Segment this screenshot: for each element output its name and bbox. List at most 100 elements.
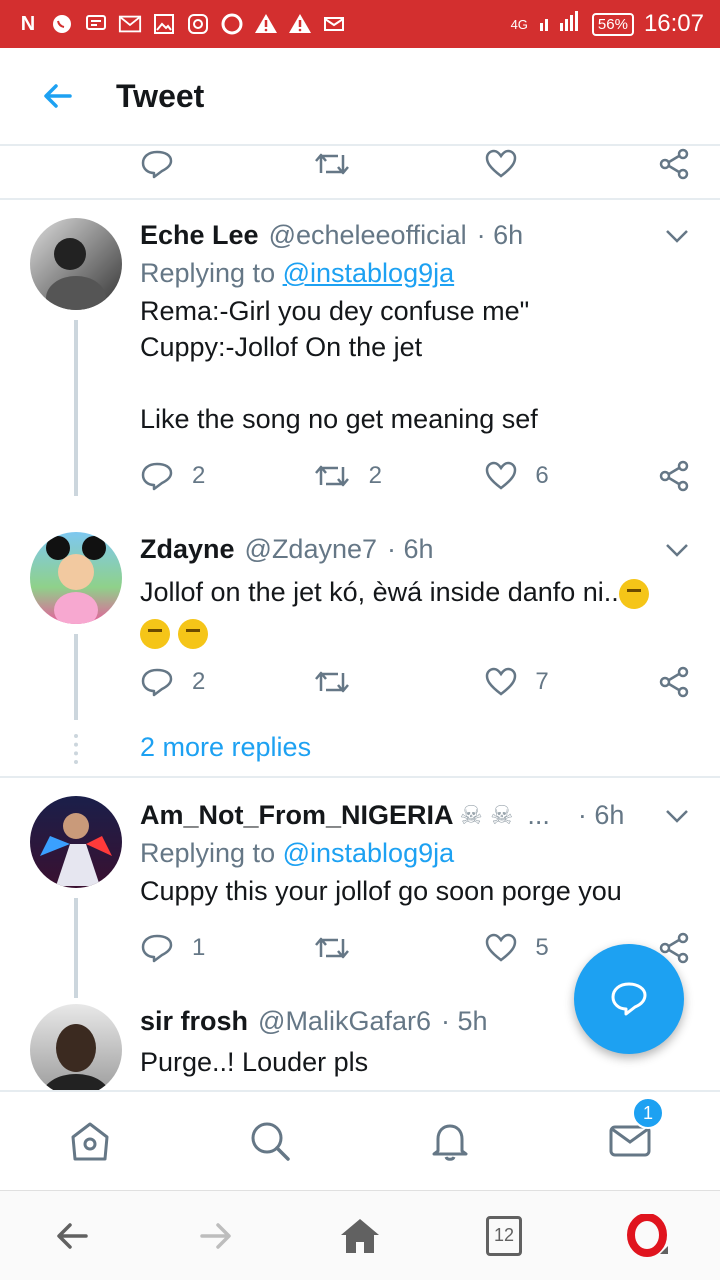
author-name[interactable]: Zdayne xyxy=(140,534,235,565)
tab-count: 12 xyxy=(493,1225,515,1245)
opera-logo-icon xyxy=(627,1213,668,1257)
nav-search[interactable] xyxy=(240,1111,300,1171)
like-button[interactable]: 6 xyxy=(485,460,658,492)
tweet-text: Cuppy this your jollof go soon porge you xyxy=(140,876,622,906)
like-count: 5 xyxy=(535,934,549,961)
retweet-button[interactable] xyxy=(313,932,486,964)
more-replies-link[interactable]: 2 more replies xyxy=(140,732,311,763)
back-button[interactable] xyxy=(0,78,116,114)
like-count: 7 xyxy=(535,668,549,695)
avatar[interactable] xyxy=(30,1004,122,1090)
reply-button[interactable]: 1 xyxy=(140,932,313,964)
replying-to: Replying to @instablog9ja xyxy=(140,258,690,289)
chevron-down-icon[interactable] xyxy=(664,800,690,831)
browser-forward-button[interactable] xyxy=(186,1206,246,1266)
browser-home-button[interactable] xyxy=(330,1206,390,1266)
divider xyxy=(0,776,720,778)
reply-button[interactable] xyxy=(140,148,313,180)
share-icon xyxy=(659,460,689,492)
reply-bubble-icon xyxy=(611,982,647,1016)
author-handle: @Zdayne7 xyxy=(244,533,378,564)
share-icon xyxy=(659,148,689,180)
like-button[interactable]: 7 xyxy=(485,666,658,698)
like-count: 6 xyxy=(535,462,549,489)
retweet-icon xyxy=(314,671,349,693)
tweet-actions: 2 7 xyxy=(140,666,690,698)
heart-icon xyxy=(486,461,517,490)
bottom-nav: 1 xyxy=(0,1090,720,1190)
author-name[interactable]: Eche Lee xyxy=(140,220,259,251)
tweet-time: · 6h xyxy=(476,219,524,250)
retweet-button[interactable]: 2 xyxy=(313,460,486,492)
tweet-emoji-line xyxy=(140,614,690,650)
like-button[interactable] xyxy=(485,148,658,180)
reply-icon xyxy=(141,150,173,179)
author-handle: @MalikGafar6 xyxy=(258,1005,431,1036)
thread-line xyxy=(74,898,78,998)
browser-bar: 12 xyxy=(0,1190,720,1280)
chevron-down-icon[interactable] xyxy=(664,534,690,565)
retweet-icon xyxy=(314,465,349,487)
opera-menu-button[interactable] xyxy=(618,1206,678,1266)
avatar[interactable] xyxy=(30,796,122,888)
thinking-face-emoji xyxy=(140,618,170,649)
nav-messages[interactable]: 1 xyxy=(600,1097,664,1171)
battery-level: 56% xyxy=(591,12,634,36)
messages-badge: 1 xyxy=(632,1097,664,1129)
tweet-actions: 2 2 6 xyxy=(140,460,690,492)
retweet-icon xyxy=(314,153,349,175)
retweet-button[interactable] xyxy=(313,148,486,180)
replying-label: Replying to xyxy=(140,838,283,868)
nav-notifications[interactable] xyxy=(420,1111,480,1171)
author-name[interactable]: Am_Not_From_NIGERIA xyxy=(140,800,454,831)
replying-label: Replying to xyxy=(140,258,283,288)
browser-back-button[interactable] xyxy=(42,1206,102,1266)
thread-line xyxy=(74,634,78,720)
nav-home[interactable] xyxy=(60,1111,120,1171)
heart-icon xyxy=(486,933,517,962)
compose-reply-button[interactable] xyxy=(574,944,684,1054)
heart-icon xyxy=(486,149,517,178)
share-button[interactable] xyxy=(658,460,690,492)
status-bar: N 4G 56% 16:07 xyxy=(0,0,720,48)
zipper-mouth-face-emoji xyxy=(177,618,208,649)
tabs-icon: 12 xyxy=(486,1215,522,1256)
tweet-body: Eche Lee @echeleeofficial · 6h Replying … xyxy=(140,218,690,437)
author-handle: ... xyxy=(527,799,550,830)
reply-icon xyxy=(141,462,173,491)
reply-icon xyxy=(141,934,173,963)
author-name[interactable]: sir frosh xyxy=(140,1006,248,1037)
home-icon xyxy=(341,1218,379,1253)
notifications-icon xyxy=(432,1124,468,1161)
kissing-face-emoji xyxy=(618,578,649,609)
reply-count: 1 xyxy=(192,934,206,961)
opera-icon xyxy=(220,12,244,36)
thread-dots xyxy=(74,734,78,764)
reply-icon xyxy=(141,668,173,697)
divider xyxy=(0,198,720,200)
message-icon xyxy=(84,12,108,36)
warning-icon xyxy=(288,12,312,36)
share-button[interactable] xyxy=(658,666,690,698)
reply-count: 2 xyxy=(192,462,206,489)
mention-link[interactable]: @instablog9ja xyxy=(283,258,455,288)
reply-button[interactable]: 2 xyxy=(140,460,313,492)
mention-link[interactable]: @instablog9ja xyxy=(283,838,455,868)
share-button[interactable] xyxy=(658,148,690,180)
tweet-time: · 5h xyxy=(441,1005,488,1036)
retweet-button[interactable] xyxy=(313,666,486,698)
arrow-left-icon xyxy=(44,84,72,108)
avatar[interactable] xyxy=(30,218,122,310)
skull-crossbones-emoji: ☠ ☠ xyxy=(459,799,514,830)
browser-tabs-button[interactable]: 12 xyxy=(474,1206,534,1266)
clock: 16:07 xyxy=(643,10,704,37)
heart-icon xyxy=(486,667,517,696)
chevron-down-icon[interactable] xyxy=(664,220,690,251)
replying-to: Replying to @instablog9ja xyxy=(140,838,690,869)
tweet-text: Rema:-Girl you dey confuse me" Cuppy:-Jo… xyxy=(140,296,538,434)
avatar[interactable] xyxy=(30,532,122,624)
instagram-icon xyxy=(186,12,210,36)
reply-button[interactable]: 2 xyxy=(140,666,313,698)
status-notification-icons: N xyxy=(16,12,346,36)
warning-icon xyxy=(254,12,278,36)
